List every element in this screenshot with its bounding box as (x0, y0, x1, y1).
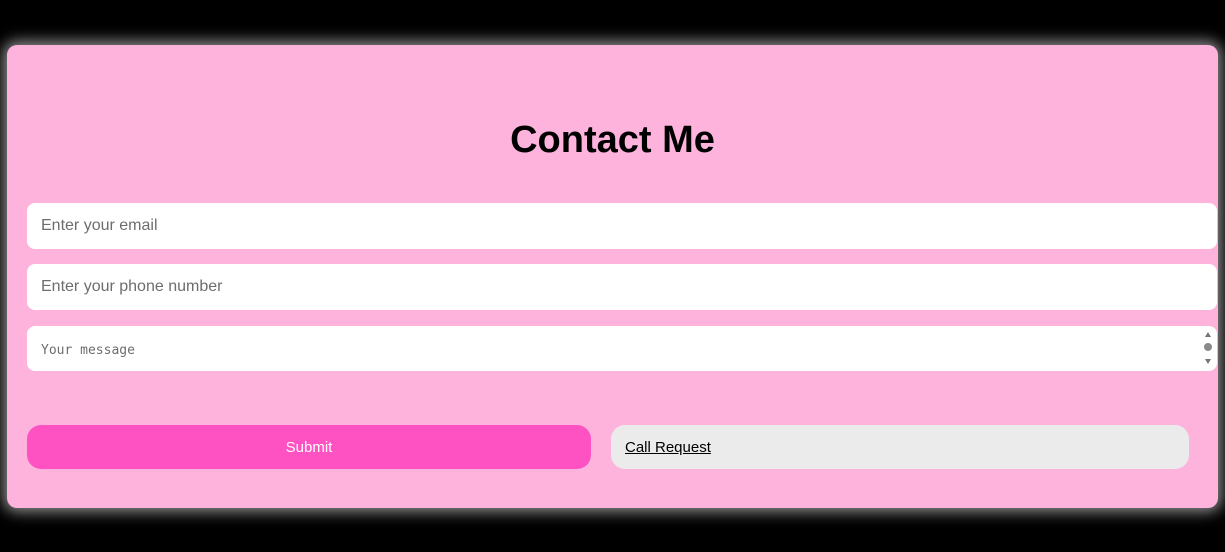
call-request-link[interactable]: Call Request (625, 439, 711, 456)
scroll-thumb-icon[interactable] (1204, 343, 1212, 351)
message-field[interactable]: Your message (27, 326, 1217, 371)
arrow-down-icon[interactable] (1205, 359, 1211, 364)
page-title: Contact Me (510, 119, 715, 161)
phone-placeholder: Enter your phone number (41, 278, 223, 295)
scroll-spinner-icon[interactable] (1203, 332, 1213, 364)
email-field[interactable]: Enter your email (27, 203, 1217, 249)
phone-field[interactable]: Enter your phone number (27, 264, 1217, 310)
call-request-button[interactable]: Call Request (611, 425, 1189, 469)
arrow-up-icon[interactable] (1205, 332, 1211, 337)
message-placeholder: Your message (41, 343, 135, 358)
email-placeholder: Enter your email (41, 217, 158, 234)
submit-button-label: Submit (285, 438, 333, 456)
submit-button[interactable]: Submit (27, 425, 591, 469)
